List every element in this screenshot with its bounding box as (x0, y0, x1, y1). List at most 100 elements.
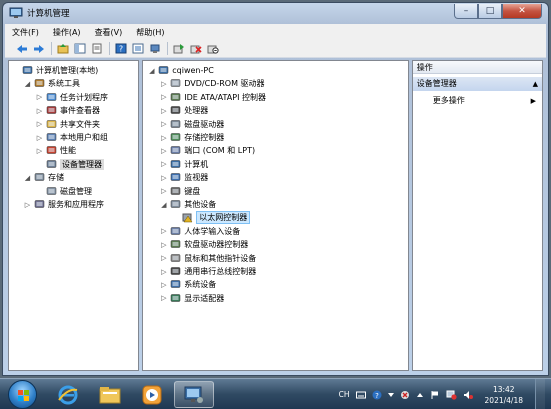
actions-header: 操作 (412, 61, 543, 74)
expand-arrow-icon[interactable]: ▷ (159, 187, 168, 195)
console-tree-item[interactable]: ◢ 存储 (23, 171, 64, 184)
device-tree-item[interactable]: ▷ 处理器 (159, 104, 208, 117)
computer-management-taskbar-button[interactable] (174, 381, 214, 408)
dropdown-arrow-icon[interactable] (387, 392, 394, 398)
storage-controller-icon (171, 133, 181, 141)
internet-explorer-icon[interactable] (48, 381, 88, 408)
device-tree-item[interactable]: ▷ 存储控制器 (159, 131, 224, 144)
help-icon[interactable]: ? (114, 42, 128, 56)
show-hide-tree-icon[interactable] (73, 42, 87, 56)
expand-arrow-icon[interactable]: ▷ (159, 107, 168, 115)
show-hidden-icons-arrow-icon[interactable] (416, 391, 424, 399)
properties-icon[interactable] (90, 42, 104, 56)
collapse-arrow-icon[interactable]: ◢ (159, 201, 168, 209)
expand-arrow-icon[interactable]: ▷ (159, 294, 168, 302)
device-tree-item[interactable]: ▷ IDE ATA/ATAPI 控制器 (159, 91, 266, 104)
menu-view[interactable]: 查看(V) (88, 27, 130, 38)
expand-arrow-icon[interactable]: ▷ (35, 107, 44, 115)
expand-arrow-icon[interactable]: ▷ (159, 80, 168, 88)
clock[interactable]: 13:42 2021/4/18 (485, 384, 523, 406)
expand-arrow-icon[interactable]: ▷ (35, 120, 44, 128)
disable-device-icon[interactable] (206, 42, 220, 56)
title-bar[interactable]: 计算机管理 – □ ✕ (3, 3, 548, 23)
expand-arrow-icon[interactable]: ▷ (159, 254, 168, 262)
collapse-arrow-icon[interactable]: ◢ (23, 174, 32, 182)
collapse-arrow-icon[interactable]: ◢ (23, 80, 32, 88)
device-tree-item-label: 键盘 (184, 186, 201, 196)
expand-arrow-icon[interactable]: ▷ (159, 147, 168, 155)
device-tree-item[interactable]: ▷ 软盘驱动器控制器 (159, 238, 248, 251)
console-tree-item[interactable]: ▷ 任务计划程序 (35, 91, 108, 104)
network-status-icon[interactable] (446, 390, 457, 400)
device-tree-item[interactable]: ▷ 人体学输入设备 (159, 225, 240, 238)
volume-muted-icon[interactable] (463, 390, 473, 400)
menu-file[interactable]: 文件(F) (5, 27, 46, 38)
file-explorer-icon[interactable] (90, 381, 130, 408)
console-tree-icon[interactable] (148, 42, 162, 56)
expand-arrow-icon[interactable]: ▷ (159, 134, 168, 142)
up-folder-icon[interactable] (56, 42, 70, 56)
device-tree[interactable]: ◢ cqiwen-PC ▷ DVD/CD-ROM 驱动器 ▷ IDE ATA/ATAPI … (142, 60, 409, 371)
device-tree-item[interactable]: ▷ 监视器 (159, 171, 208, 184)
actions-group-device-manager[interactable]: 设备管理器 ▲ (412, 77, 543, 91)
expand-arrow-icon[interactable]: ▷ (159, 241, 168, 249)
device-tree-item[interactable]: ▷ DVD/CD-ROM 驱动器 (159, 77, 264, 90)
expand-arrow-icon[interactable]: ▷ (159, 120, 168, 128)
console-tree-item[interactable]: ◢ 系统工具 (23, 77, 80, 90)
uninstall-icon[interactable] (189, 42, 203, 56)
expand-arrow-icon[interactable]: ▷ (159, 281, 168, 289)
console-tree-item[interactable]: ▷ 共享文件夹 (35, 118, 100, 131)
expand-arrow-icon[interactable]: ▷ (159, 174, 168, 182)
update-driver-icon[interactable] (172, 42, 186, 56)
device-tree-item[interactable]: ▷ 键盘 (159, 185, 200, 198)
back-arrow-icon[interactable] (15, 42, 29, 56)
console-tree-item[interactable]: ▷ 本地用户和组 (35, 131, 108, 144)
expand-arrow-icon[interactable]: ▷ (35, 134, 44, 142)
expand-arrow-icon[interactable]: ▷ (159, 160, 168, 168)
collapse-arrow-icon[interactable]: ▲ (533, 77, 538, 91)
device-tree-item[interactable]: ▷ 系统设备 (159, 278, 216, 291)
expand-arrow-icon[interactable]: ▷ (23, 201, 32, 209)
device-tree-item[interactable]: ◢ 其他设备 (159, 198, 216, 211)
action-center-flag-icon[interactable] (430, 390, 440, 400)
window-title: 计算机管理 (27, 9, 70, 19)
expand-arrow-icon[interactable]: ▷ (35, 93, 44, 101)
language-indicator[interactable]: CH (339, 390, 350, 399)
device-tree-item[interactable]: ▷ 鼠标和其他指针设备 (159, 252, 256, 265)
expand-arrow-icon[interactable]: ▷ (159, 227, 168, 235)
device-tree-item[interactable]: ◢ cqiwen-PC (147, 64, 214, 77)
help-topic-icon[interactable] (131, 42, 145, 56)
keyboard-icon[interactable] (355, 391, 366, 399)
expand-arrow-icon[interactable]: ▷ (159, 268, 168, 276)
console-tree-item[interactable]: ▷ 性能 (35, 144, 76, 157)
network-icon[interactable] (400, 390, 410, 400)
computer-icon (159, 66, 169, 74)
collapse-arrow-icon[interactable]: ◢ (147, 67, 156, 75)
console-tree-item[interactable]: ▷ 事件查看器 (35, 104, 100, 117)
device-tree-item[interactable]: ▷ 通用串行总线控制器 (159, 265, 256, 278)
close-button[interactable]: ✕ (502, 4, 542, 19)
minimize-button[interactable]: – (454, 4, 478, 19)
device-tree-item[interactable]: 以太网控制器 (171, 211, 251, 225)
start-button[interactable] (8, 380, 37, 409)
more-actions[interactable]: 更多操作 ▶ (413, 95, 542, 107)
help-icon[interactable]: ? (372, 390, 382, 400)
device-tree-item[interactable]: ▷ 计算机 (159, 158, 208, 171)
expand-arrow-icon[interactable]: ▷ (35, 147, 44, 155)
device-tree-item[interactable]: ▷ 显示适配器 (159, 292, 224, 305)
media-player-icon[interactable] (132, 381, 172, 408)
device-tree-item[interactable]: ▷ 端口 (COM 和 LPT) (159, 144, 255, 157)
menu-help[interactable]: 帮助(H) (129, 27, 171, 38)
menu-action[interactable]: 操作(A) (46, 27, 88, 38)
forward-arrow-icon[interactable] (32, 42, 46, 56)
console-tree-item[interactable]: 磁盘管理 (35, 185, 92, 198)
console-tree-item[interactable]: 计算机管理(本地) (11, 64, 98, 77)
maximize-button[interactable]: □ (478, 4, 502, 19)
svg-text:?: ? (375, 392, 379, 400)
show-desktop-button[interactable] (535, 379, 545, 409)
console-tree[interactable]: 计算机管理(本地) ◢ 系统工具 ▷ 任务计划程序 ▷ 事件查看器 ▷ 共享文件夹 ▷ 本地用户和组… (8, 60, 140, 371)
device-tree-item[interactable]: ▷ 磁盘驱动器 (159, 118, 224, 131)
console-tree-item[interactable]: ▷ 服务和应用程序 (23, 198, 104, 211)
expand-arrow-icon[interactable]: ▷ (159, 93, 168, 101)
console-tree-item[interactable]: 设备管理器 (35, 158, 104, 171)
